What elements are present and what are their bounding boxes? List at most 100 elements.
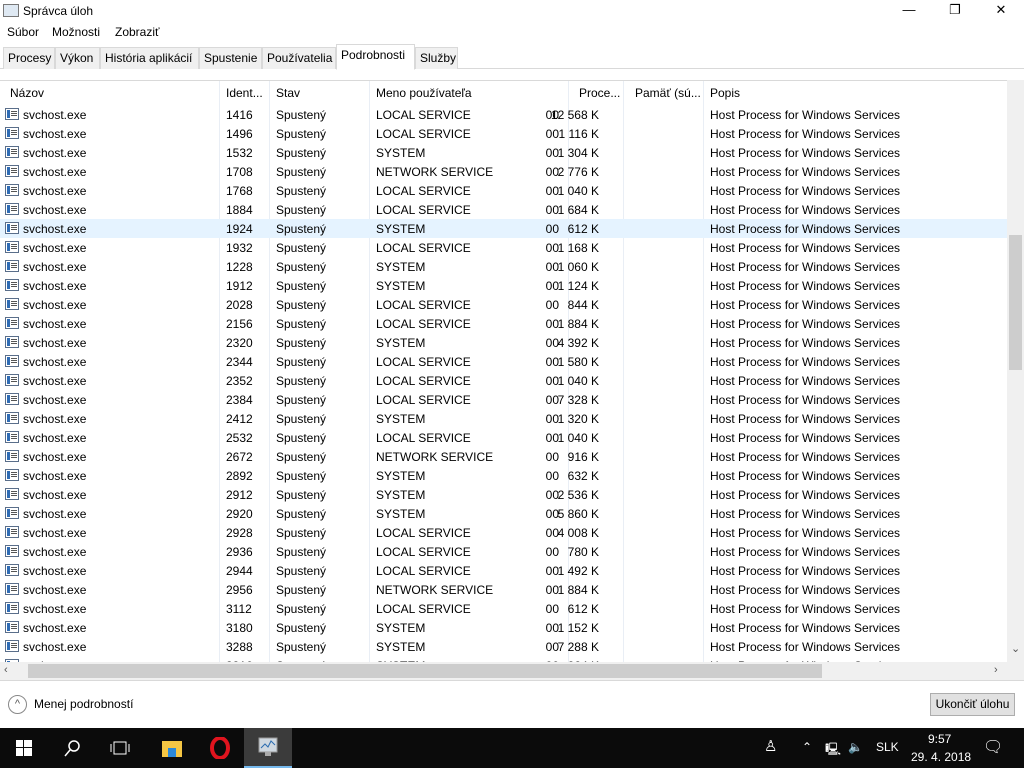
cell-memory: 1 124 K: [557, 279, 599, 293]
cell-name: svchost.exe: [23, 108, 87, 122]
network-icon[interactable]: 🖳: [825, 740, 841, 761]
sort-up-icon: ⌃: [955, 80, 964, 88]
table-row[interactable]: svchost.exe 1708 Spustený NETWORK SERVICE 00…: [0, 162, 1007, 181]
task-view-button[interactable]: [96, 728, 144, 768]
show-hidden-icons-chevron-icon[interactable]: ⌃: [802, 740, 812, 754]
column-pid[interactable]: Ident...: [226, 86, 263, 100]
table-row[interactable]: svchost.exe 1932 Spustený LOCAL SERVICE 00 1 …: [0, 238, 1007, 257]
cell-pid: 2156: [226, 317, 253, 331]
menu-options[interactable]: Možnosti: [52, 25, 100, 39]
table-row[interactable]: svchost.exe 2384 Spustený LOCAL SERVICE 00 7 …: [0, 390, 1007, 409]
menu-file[interactable]: Súbor: [7, 25, 39, 39]
end-task-button[interactable]: Ukončiť úlohu: [930, 693, 1015, 716]
cell-status: Spustený: [276, 184, 327, 198]
table-row[interactable]: svchost.exe 2320 Spustený SYSTEM 00 4 392 K Ho…: [0, 333, 1007, 352]
chevron-up-icon[interactable]: ^: [8, 695, 27, 714]
scroll-right-icon[interactable]: ›: [994, 664, 998, 676]
opera-button[interactable]: [196, 728, 244, 768]
table-row[interactable]: svchost.exe 2944 Spustený LOCAL SERVICE 00 1 …: [0, 561, 1007, 580]
table-row[interactable]: svchost.exe 2156 Spustený LOCAL SERVICE 00 1 …: [0, 314, 1007, 333]
minimize-button[interactable]: —: [886, 0, 932, 22]
cell-memory: 2 776 K: [557, 165, 599, 179]
maximize-button[interactable]: ❐: [932, 0, 978, 22]
horizontal-scroll-thumb[interactable]: [28, 664, 822, 678]
cell-memory: 780 K: [567, 545, 599, 559]
table-row[interactable]: svchost.exe 2928 Spustený LOCAL SERVICE 00 4 …: [0, 523, 1007, 542]
cell-user: SYSTEM: [376, 412, 426, 426]
vertical-scroll-thumb[interactable]: [1009, 235, 1022, 370]
table-row[interactable]: svchost.exe 2956 Spustený NETWORK SERVICE 00…: [0, 580, 1007, 599]
tab-details[interactable]: Podrobnosti: [336, 44, 415, 70]
table-row[interactable]: svchost.exe 2412 Spustený SYSTEM 00 1 320 K Ho…: [0, 409, 1007, 428]
table-row[interactable]: svchost.exe 2532 Spustený LOCAL SERVICE 00 1 …: [0, 428, 1007, 447]
column-description[interactable]: Popis: [710, 86, 740, 100]
table-row[interactable]: svchost.exe 1924 Spustený SYSTEM 00 612 K Host…: [0, 219, 1007, 238]
tab-app-history[interactable]: História aplikácií: [100, 47, 199, 69]
process-icon: [5, 583, 19, 595]
close-button[interactable]: ✕: [978, 0, 1024, 22]
cell-user: LOCAL SERVICE: [376, 431, 471, 445]
table-row[interactable]: svchost.exe 1496 Spustený LOCAL SERVICE 00 1 …: [0, 124, 1007, 143]
table-row[interactable]: svchost.exe 2672 Spustený NETWORK SERVICE 00…: [0, 447, 1007, 466]
process-icon: [5, 602, 19, 614]
cell-status: Spustený: [276, 469, 327, 483]
tab-users[interactable]: Používatelia: [262, 47, 336, 69]
cell-name: svchost.exe: [23, 184, 87, 198]
table-row[interactable]: svchost.exe 2892 Spustený SYSTEM 00 632 K Host…: [0, 466, 1007, 485]
menu-view[interactable]: Zobraziť: [115, 25, 160, 39]
column-memory[interactable]: Pamäť (sú...: [635, 86, 701, 100]
clock-date[interactable]: 29. 4. 2018: [911, 750, 971, 764]
cell-name: svchost.exe: [23, 146, 87, 160]
cell-user: SYSTEM: [376, 279, 426, 293]
tab-services[interactable]: Služby: [415, 47, 458, 69]
task-manager-icon: [258, 737, 278, 756]
table-row[interactable]: svchost.exe 3288 Spustený SYSTEM 00 7 288 K Ho…: [0, 637, 1007, 656]
table-row[interactable]: svchost.exe 2344 Spustený LOCAL SERVICE 00 1 …: [0, 352, 1007, 371]
cell-memory: 1 684 K: [557, 203, 599, 217]
table-row[interactable]: svchost.exe 3180 Spustený SYSTEM 00 1 152 K Ho…: [0, 618, 1007, 637]
table-row[interactable]: svchost.exe 1768 Spustený LOCAL SERVICE 00 1 …: [0, 181, 1007, 200]
search-button[interactable]: [48, 728, 96, 768]
table-row[interactable]: svchost.exe 1416 Spustený LOCAL SERVICE 00 12…: [0, 105, 1007, 124]
table-row[interactable]: svchost.exe 3112 Spustený LOCAL SERVICE 00 61…: [0, 599, 1007, 618]
table-row[interactable]: svchost.exe 1532 Spustený SYSTEM 00 1 304 K Ho…: [0, 143, 1007, 162]
column-name[interactable]: Názov: [10, 86, 44, 100]
tab-startup[interactable]: Spustenie: [199, 47, 262, 69]
table-row[interactable]: svchost.exe 2920 Spustený SYSTEM 00 5 860 K Ho…: [0, 504, 1007, 523]
column-cpu[interactable]: Proce...: [579, 86, 620, 100]
people-icon[interactable]: ♙: [764, 737, 777, 755]
horizontal-scrollbar[interactable]: ‹ ›: [0, 662, 1007, 680]
table-row[interactable]: svchost.exe 1228 Spustený SYSTEM 00 1 060 K Ho…: [0, 257, 1007, 276]
cell-status: Spustený: [276, 203, 327, 217]
file-explorer-button[interactable]: [148, 728, 196, 768]
clock-time[interactable]: 9:57: [928, 732, 951, 746]
column-user[interactable]: Meno používateľa: [376, 86, 472, 100]
action-center-icon[interactable]: 🗨: [983, 737, 1003, 757]
table-row[interactable]: svchost.exe 1884 Spustený LOCAL SERVICE 00 1 …: [0, 200, 1007, 219]
cell-description: Host Process for Windows Services: [710, 469, 901, 483]
table-row[interactable]: svchost.exe 1912 Spustený SYSTEM 00 1 124 K Ho…: [0, 276, 1007, 295]
language-indicator[interactable]: SLK: [876, 740, 899, 754]
cell-user: SYSTEM: [376, 640, 426, 654]
cell-description: Host Process for Windows Services: [710, 602, 901, 616]
less-details-link[interactable]: Menej podrobností: [34, 697, 133, 711]
column-status[interactable]: Stav: [276, 86, 300, 100]
volume-icon[interactable]: 🔈: [848, 740, 863, 754]
cell-name: svchost.exe: [23, 450, 87, 464]
task-manager-taskbar-button[interactable]: [244, 728, 292, 768]
table-row[interactable]: svchost.exe 2936 Spustený LOCAL SERVICE 00 78…: [0, 542, 1007, 561]
scroll-left-icon[interactable]: ‹: [4, 664, 8, 676]
table-header: ⌃ Názov Ident... Stav Meno používateľa P…: [0, 81, 1007, 105]
window-title: Správca úloh: [23, 4, 94, 18]
cell-memory: 632 K: [567, 469, 599, 483]
cell-pid: 1532: [226, 146, 253, 160]
table-row[interactable]: svchost.exe 2352 Spustený LOCAL SERVICE 00 1 …: [0, 371, 1007, 390]
tab-performance[interactable]: Výkon: [55, 47, 100, 69]
vertical-scrollbar[interactable]: ⌄: [1007, 80, 1024, 662]
scroll-down-icon[interactable]: ⌄: [1011, 642, 1020, 655]
table-row[interactable]: svchost.exe 2028 Spustený LOCAL SERVICE 00 84…: [0, 295, 1007, 314]
process-icon: [5, 317, 19, 329]
tab-processes[interactable]: Procesy: [3, 47, 55, 69]
start-button[interactable]: [0, 728, 48, 768]
table-row[interactable]: svchost.exe 2912 Spustený SYSTEM 00 2 536 K Ho…: [0, 485, 1007, 504]
